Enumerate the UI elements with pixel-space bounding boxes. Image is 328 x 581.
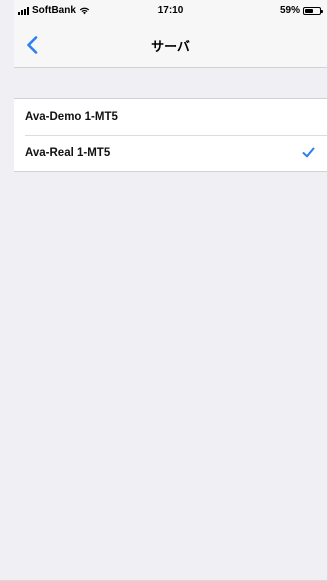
battery-level xyxy=(305,8,313,13)
navigation-bar: サーバ xyxy=(14,22,327,68)
status-bar: SoftBank 17:10 59% xyxy=(14,0,327,22)
checkmark-icon xyxy=(302,147,315,158)
server-list: Ava-Demo 1-MT5 Ava-Real 1-MT5 xyxy=(14,98,327,172)
server-label: Ava-Real 1-MT5 xyxy=(25,147,111,159)
server-item-real[interactable]: Ava-Real 1-MT5 xyxy=(14,135,327,171)
phone-screen xyxy=(0,0,328,581)
server-item-demo[interactable]: Ava-Demo 1-MT5 xyxy=(14,99,327,135)
battery-icon xyxy=(303,6,323,15)
battery-percent: 59% xyxy=(279,5,300,16)
server-label: Ava-Demo 1-MT5 xyxy=(25,111,118,123)
page-title: サーバ xyxy=(151,39,190,54)
status-right: 59% xyxy=(279,5,323,16)
